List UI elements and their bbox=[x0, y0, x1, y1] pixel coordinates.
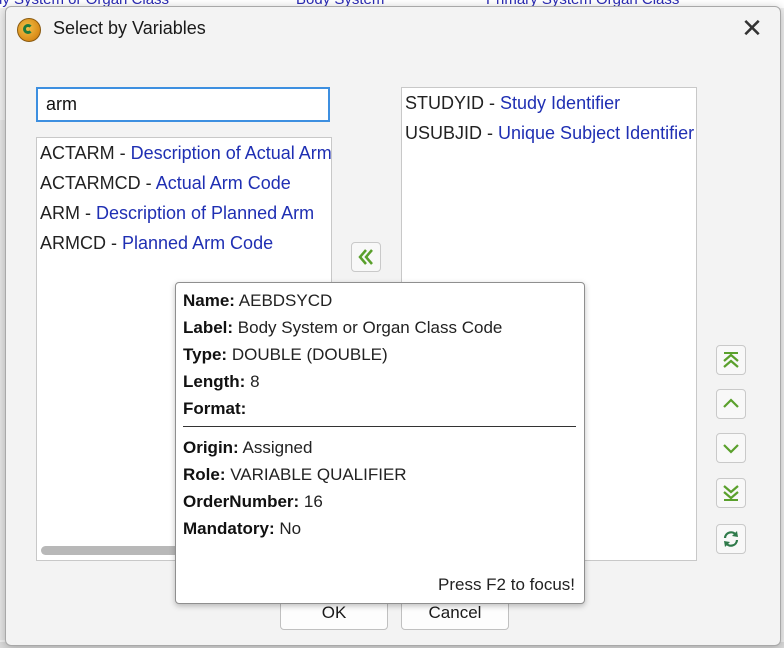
variable-info-tooltip: Name: AEBDSYCD Label: Body System or Org… bbox=[175, 282, 585, 604]
move-down-button[interactable] bbox=[716, 433, 746, 463]
list-item[interactable]: ARMCD - Planned Arm Code bbox=[37, 228, 331, 258]
tooltip-origin-value: Assigned bbox=[242, 438, 313, 457]
variable-code: STUDYID bbox=[405, 93, 485, 113]
tooltip-label-label: Label: bbox=[183, 318, 234, 337]
list-item[interactable]: STUDYID - Study Identifier bbox=[402, 88, 696, 118]
title-bar: Select by Variables ✕ bbox=[6, 7, 780, 51]
list-item[interactable]: ARM - Description of Planned Arm bbox=[37, 198, 331, 228]
variable-code: ACTARM bbox=[40, 143, 115, 163]
close-button[interactable]: ✕ bbox=[733, 13, 771, 45]
select-by-variables-dialog: Select by Variables ✕ ACTARM - Descripti… bbox=[5, 6, 781, 646]
variable-description: Actual Arm Code bbox=[155, 173, 291, 193]
tooltip-type-value: DOUBLE (DOUBLE) bbox=[231, 345, 388, 364]
variable-description: Unique Subject Identifier bbox=[498, 123, 695, 143]
list-item[interactable]: USUBJID - Unique Subject Identifier bbox=[402, 118, 696, 148]
tooltip-length-value: 8 bbox=[250, 372, 260, 391]
chevron-down-icon bbox=[723, 444, 739, 454]
tooltip-origin-label: Origin: bbox=[183, 438, 239, 457]
tooltip-format: Format: bbox=[183, 399, 246, 419]
tooltip-origin: Origin: Assigned bbox=[183, 438, 312, 458]
list-item[interactable]: ACTARMCD - Actual Arm Code bbox=[37, 168, 331, 198]
chevron-up-icon bbox=[723, 398, 739, 408]
variable-code: ARMCD bbox=[40, 233, 106, 253]
variable-description: Description of Actual Arm bbox=[130, 143, 332, 163]
variable-code: ARM bbox=[40, 203, 80, 223]
tooltip-length-label: Length: bbox=[183, 372, 246, 391]
tooltip-mandatory-value: No bbox=[279, 519, 302, 538]
list-item[interactable]: ACTARM - Description of Actual Arm bbox=[37, 138, 331, 168]
double-chevron-left-icon bbox=[358, 249, 373, 265]
variable-description: Study Identifier bbox=[500, 93, 621, 113]
tooltip-order-label: OrderNumber: bbox=[183, 492, 300, 511]
move-to-bottom-button[interactable] bbox=[716, 478, 746, 508]
refresh-icon bbox=[723, 531, 739, 547]
tooltip-name-label: Name: bbox=[183, 291, 235, 310]
tooltip-mandatory: Mandatory: No bbox=[183, 519, 301, 539]
separator: - bbox=[114, 143, 131, 163]
tooltip-name: Name: AEBDSYCD bbox=[183, 291, 332, 311]
separator: - bbox=[484, 93, 501, 113]
variable-description: Planned Arm Code bbox=[122, 233, 274, 253]
separator: - bbox=[80, 203, 96, 223]
variable-code: ACTARMCD bbox=[40, 173, 141, 193]
separator: - bbox=[140, 173, 156, 193]
tooltip-focus-hint: Press F2 to focus! bbox=[438, 575, 575, 594]
tooltip-role-label: Role: bbox=[183, 465, 226, 484]
refresh-button[interactable] bbox=[716, 524, 746, 554]
double-chevron-down-icon bbox=[723, 485, 739, 501]
tooltip-label-value: Body System or Organ Class Code bbox=[237, 318, 503, 337]
tooltip-label: Label: Body System or Organ Class Code bbox=[183, 318, 502, 338]
dialog-title: Select by Variables bbox=[53, 18, 206, 38]
move-left-button[interactable] bbox=[351, 242, 381, 272]
tooltip-role-value: VARIABLE QUALIFIER bbox=[230, 465, 407, 484]
variable-description: Description of Planned Arm bbox=[96, 203, 315, 223]
tooltip-order-value: 16 bbox=[303, 492, 323, 511]
tooltip-order-number: OrderNumber: 16 bbox=[183, 492, 323, 512]
tooltip-format-label: Format: bbox=[183, 399, 247, 418]
move-to-top-button[interactable] bbox=[716, 345, 746, 375]
horizontal-scrollbar[interactable] bbox=[41, 546, 181, 555]
variable-code: USUBJID bbox=[405, 123, 483, 143]
separator: - bbox=[482, 123, 499, 143]
separator: - bbox=[106, 233, 122, 253]
search-input[interactable] bbox=[36, 87, 330, 122]
tooltip-type: Type: DOUBLE (DOUBLE) bbox=[183, 345, 388, 365]
double-chevron-up-icon bbox=[723, 352, 739, 368]
app-logo-icon bbox=[17, 18, 41, 42]
tooltip-type-label: Type: bbox=[183, 345, 228, 364]
tooltip-length: Length: 8 bbox=[183, 372, 260, 392]
tooltip-divider bbox=[183, 426, 576, 427]
tooltip-mandatory-label: Mandatory: bbox=[183, 519, 275, 538]
tooltip-role: Role: VARIABLE QUALIFIER bbox=[183, 465, 407, 485]
move-up-button[interactable] bbox=[716, 389, 746, 419]
tooltip-name-value: AEBDSYCD bbox=[238, 291, 333, 310]
